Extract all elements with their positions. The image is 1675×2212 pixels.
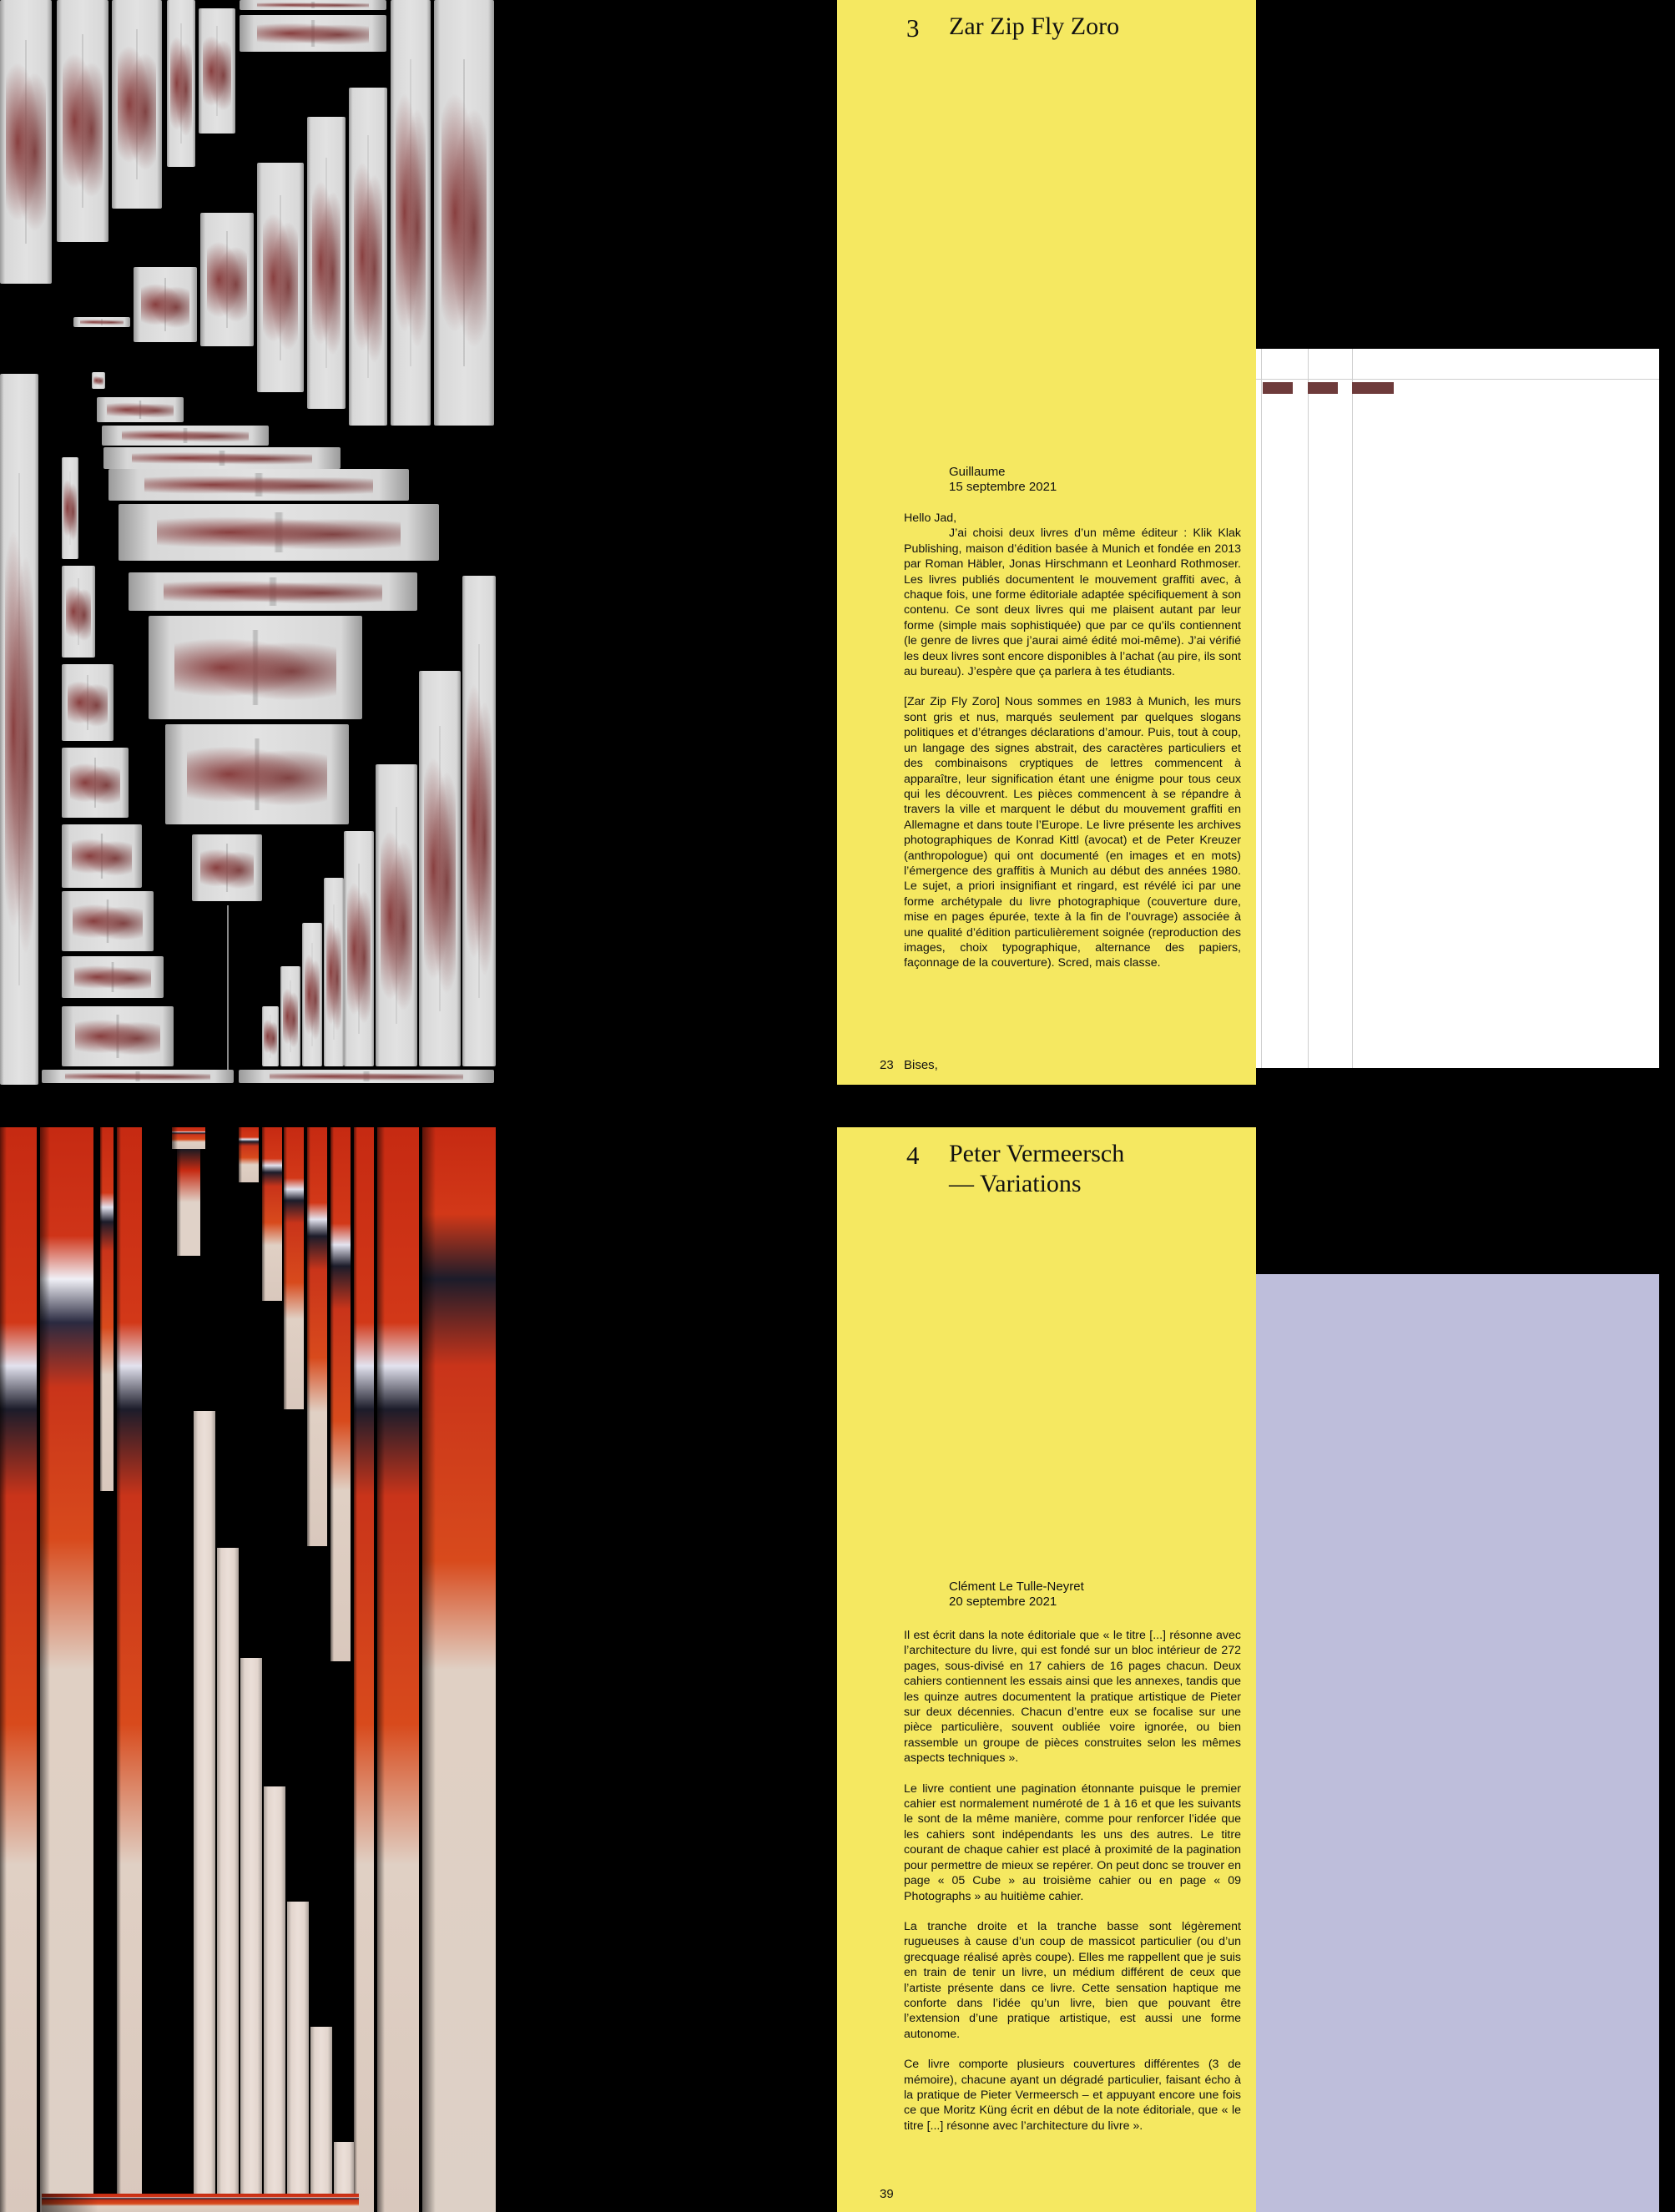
paragraph: J’ai choisi deux livres d’un même éditeu… [904,527,1241,679]
book-thumbnail [62,664,114,741]
book-thumbnail [102,426,269,446]
book-thumbnail [117,1127,142,2212]
color-mark [1263,382,1293,394]
book-thumbnail [240,0,386,10]
book-thumbnail [165,724,349,824]
book-thumbnail [200,213,254,346]
book-thumbnail [217,1548,239,2212]
paragraph: [Zar Zip Fly Zoro] Nous sommes en 1983 à… [904,695,1241,970]
book-thumbnail [462,576,496,1066]
book-thumbnail [307,117,346,409]
greeting: Hello Jad, [904,511,957,525]
book-thumbnail [240,1658,262,2212]
book-thumbnail [199,8,235,134]
book-thumbnail [62,956,164,998]
book-thumbnail [112,0,162,209]
chapter-number: 4 [906,1141,920,1170]
book-thumbnail [100,1127,114,1491]
book-thumbnail [310,2027,332,2212]
book-thumbnail [194,1411,215,2212]
book-thumbnail [62,566,95,658]
grid-column-line [1352,349,1353,1068]
book-thumbnail [62,1006,174,1066]
paragraph: La tranche droite et la tranche basse so… [904,1919,1241,2041]
book-thumbnail [0,0,52,284]
author-name: Clément Le Tulle-Neyret [949,1580,1084,1594]
chapter-title: Peter Vermeersch — Variations [949,1140,1125,1197]
book-thumbnail [0,374,38,1085]
book-thumbnail [177,1149,200,1256]
book-thumbnail [239,1070,494,1083]
book-thumbnail [62,891,154,951]
grid-rule [1256,379,1659,380]
book-photo-grid-zar-zip [0,0,837,1085]
letter-date: 15 septembre 2021 [949,480,1057,494]
book-thumbnail [287,1902,309,2212]
grid-column-line [1308,349,1309,1068]
book-thumbnail [302,923,322,1066]
chapter-number: 3 [906,13,920,43]
book-thumbnail [192,834,262,901]
book-thumbnail [119,504,439,561]
book-thumbnail [167,0,195,167]
paragraph: Ce livre comporte plusieurs couvertures … [904,2058,1241,2133]
book-thumbnail [257,163,304,392]
book-thumbnail [349,88,387,426]
book-thumbnail [108,469,409,501]
color-swatch-panel [1256,1274,1659,2212]
color-mark [1308,382,1338,394]
letter-body: Hello Jad, J’ai choisi deux livres d’un … [904,511,1241,986]
book-thumbnail [240,15,386,52]
book-thumbnail [129,572,417,611]
page-number: 39 [880,2187,894,2201]
book-thumbnail [324,878,344,1066]
book-photo-grid-variations [0,1127,837,2212]
book-thumbnail [134,267,197,342]
layout-grid-panel [1256,349,1659,1068]
paragraph: Il est écrit dans la note éditoriale que… [904,1629,1241,1766]
book-thumbnail [354,1127,374,2212]
book-thumbnail [262,1006,279,1066]
divider [227,905,229,1072]
book-thumbnail [264,1786,285,2212]
author-name: Guillaume [949,465,1006,479]
book-thumbnail [0,1127,37,2212]
page-number: 23 [880,1058,894,1072]
book-thumbnail [149,616,362,719]
book-thumbnail [92,372,105,389]
paragraph: Le livre contient une pagination étonnan… [904,1781,1241,1903]
book-thumbnail [391,0,431,426]
book-thumbnail [172,1127,205,1149]
book-thumbnail [376,764,417,1066]
book-thumbnail [377,1127,419,2212]
book-thumbnail [239,1127,259,1182]
book-thumbnail [62,748,129,818]
book-thumbnail [307,1127,327,1546]
book-thumbnail [73,317,130,327]
color-mark [1352,382,1394,394]
book-thumbnail [57,0,108,242]
book-thumbnail [42,1070,234,1083]
book-thumbnail [103,447,341,469]
book-thumbnail [284,1127,304,1409]
chapter-title: Zar Zip Fly Zoro [949,13,1120,40]
book-thumbnail [97,397,184,422]
book-thumbnail [330,1127,351,1661]
signoff: Bises, [904,1058,938,1072]
letter-date: 20 septembre 2021 [949,1595,1057,1609]
book-thumbnail [62,824,142,888]
text-page-3: 3 Zar Zip Fly Zoro Guillaume 15 septembr… [837,0,1256,1085]
text-page-4: 4 Peter Vermeersch — Variations Clément … [837,1127,1256,2212]
book-thumbnail [419,671,461,1066]
grid-column-line [1261,349,1262,1068]
book-thumbnail [40,1127,93,2212]
book-thumbnail [344,831,374,1066]
book-thumbnail [422,1127,496,2212]
book-thumbnail [62,457,78,559]
book-thumbnail [42,2194,359,2212]
book-thumbnail [434,0,494,426]
book-thumbnail [280,966,300,1066]
book-thumbnail [262,1127,282,1301]
letter-body: Il est écrit dans la note éditoriale que… [904,1628,1241,2134]
